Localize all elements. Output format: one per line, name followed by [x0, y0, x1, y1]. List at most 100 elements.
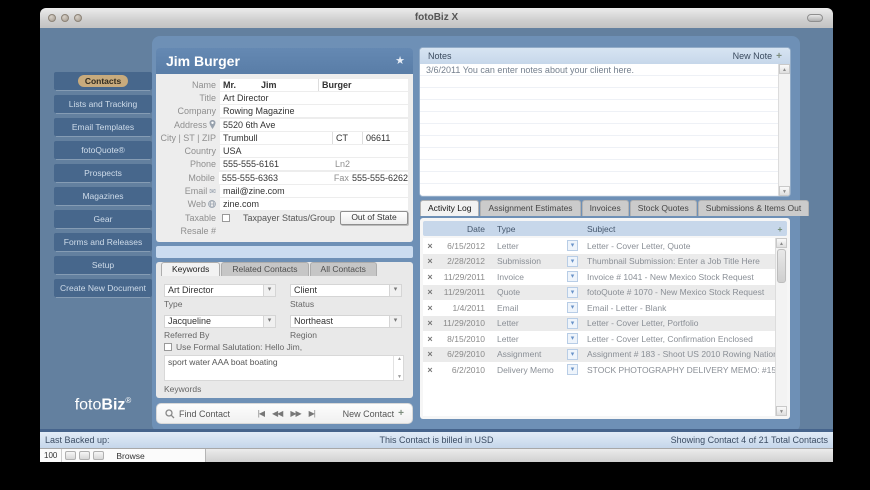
status-toolbar-toggle-button[interactable]	[93, 451, 105, 460]
activity-tab[interactable]: Activity Log	[420, 200, 480, 216]
zoom-out-button[interactable]	[65, 451, 77, 460]
type-column-header[interactable]: Type	[495, 224, 567, 234]
row-dropdown-icon[interactable]: ▾	[567, 333, 578, 345]
activity-row[interactable]: × 6/2/2010 Delivery Memo ▾ STOCK PHOTOGR…	[423, 362, 776, 378]
activity-row[interactable]: × 11/29/2011 Quote ▾ fotoQuote # 1070 - …	[423, 284, 776, 300]
new-note-plus-icon[interactable]: +	[776, 51, 782, 62]
activity-scrollbar[interactable]: ▲ ▼	[775, 238, 787, 416]
row-dropdown-icon[interactable]: ▾	[567, 348, 578, 360]
company-field[interactable]: Rowing Magazine	[220, 105, 408, 117]
keywords-textarea[interactable]: sport water AAA boat boating ▲ ▼	[164, 355, 404, 381]
scroll-down-icon[interactable]: ▼	[779, 186, 790, 196]
last-name-field[interactable]: Burger	[318, 78, 408, 91]
notes-scrollbar[interactable]: ▲ ▼	[778, 64, 790, 196]
sidebar-item[interactable]: Lists and Tracking	[54, 95, 152, 113]
email-field[interactable]: mail@zine.com	[220, 185, 408, 197]
delete-row-icon[interactable]: ×	[423, 334, 437, 344]
scroll-down-icon[interactable]: ▼	[776, 406, 787, 416]
state-field[interactable]: CT	[332, 131, 362, 144]
row-dropdown-icon[interactable]: ▾	[567, 255, 578, 267]
activity-subject[interactable]: Letter - Cover Letter, Portfolio	[583, 318, 776, 328]
row-dropdown-icon[interactable]: ▾	[567, 302, 578, 314]
activity-subject[interactable]: STOCK PHOTOGRAPHY DELIVERY MEMO: #157 - …	[583, 365, 776, 375]
keywords-tab[interactable]: All Contacts	[309, 262, 377, 276]
activity-subject[interactable]: fotoQuote # 1070 - New Mexico Stock Requ…	[583, 287, 776, 297]
next-record-icon[interactable]: ▶▶	[290, 409, 301, 418]
zoom-level[interactable]: 100	[40, 449, 63, 462]
activity-tab[interactable]: Stock Quotes	[629, 200, 697, 216]
delete-row-icon[interactable]: ×	[423, 256, 437, 266]
activity-row[interactable]: × 8/15/2010 Letter ▾ Letter - Cover Lett…	[423, 331, 776, 347]
mobile-field[interactable]: 555-555-6363	[219, 172, 331, 184]
new-contact-plus-icon[interactable]: +	[398, 408, 404, 419]
phone-field[interactable]: 555-555-6161	[220, 158, 332, 170]
row-dropdown-icon[interactable]: ▾	[567, 317, 578, 329]
title-field[interactable]: Art Director	[220, 92, 408, 104]
sidebar-item[interactable]: fotoQuote®	[54, 141, 152, 159]
activity-tab[interactable]: Assignment Estimates	[480, 200, 581, 216]
keywords-tab[interactable]: Keywords	[161, 262, 221, 276]
last-record-icon[interactable]: ▶|	[309, 409, 316, 418]
envelope-icon[interactable]: ✉	[209, 187, 216, 196]
delete-row-icon[interactable]: ×	[423, 287, 437, 297]
activity-row[interactable]: × 1/4/2011 Email ▾ Email - Letter - Blan…	[423, 300, 776, 316]
activity-row[interactable]: × 11/29/2010 Letter ▾ Letter - Cover Let…	[423, 315, 776, 331]
address-field[interactable]: 5520 6th Ave	[220, 119, 408, 131]
activity-row[interactable]: × 6/29/2010 Assignment ▾ Assignment # 18…	[423, 346, 776, 362]
map-pin-icon[interactable]	[209, 120, 216, 130]
activity-row[interactable]: × 6/15/2012 Letter ▾ Letter - Cover Lett…	[423, 238, 776, 254]
delete-row-icon[interactable]: ×	[423, 318, 437, 328]
region-dropdown[interactable]: Northeast ▾	[290, 315, 402, 328]
zoom-in-button[interactable]	[79, 451, 91, 460]
activity-tab[interactable]: Submissions & Items Out	[697, 200, 810, 216]
row-dropdown-icon[interactable]: ▾	[567, 364, 578, 376]
delete-row-icon[interactable]: ×	[423, 303, 437, 313]
scroll-up-icon[interactable]: ▲	[776, 238, 787, 248]
country-field[interactable]: USA	[220, 145, 408, 157]
delete-row-icon[interactable]: ×	[423, 349, 437, 359]
sidebar-item[interactable]: Create New Document	[54, 279, 152, 297]
activity-subject[interactable]: Thumbnail Submission: Enter a Job Title …	[583, 256, 776, 266]
city-field[interactable]: Trumbull	[220, 132, 332, 144]
activity-subject[interactable]: Assignment # 183 - Shoot US 2010 Rowing …	[583, 349, 776, 359]
search-icon[interactable]	[165, 408, 175, 419]
referred-by-dropdown[interactable]: Jacqueline ▾	[164, 315, 276, 328]
notes-content[interactable]: 3/6/2011 You can enter notes about your …	[420, 64, 779, 196]
delete-row-icon[interactable]: ×	[423, 365, 437, 375]
chevron-down-icon[interactable]: ▾	[263, 285, 275, 296]
activity-subject[interactable]: Letter - Cover Letter, Quote	[583, 241, 776, 251]
sidebar-item[interactable]: Prospects	[54, 164, 152, 182]
favorite-star-icon[interactable]: ★	[395, 54, 405, 67]
date-column-header[interactable]: Date	[437, 224, 485, 234]
subject-column-header[interactable]: Subject	[583, 224, 773, 234]
resale-field[interactable]	[220, 225, 408, 237]
new-note-label[interactable]: New Note	[733, 51, 773, 61]
formal-salutation-checkbox[interactable]	[164, 343, 172, 351]
first-record-icon[interactable]: |◀	[258, 409, 265, 418]
delete-row-icon[interactable]: ×	[423, 272, 437, 282]
type-dropdown[interactable]: Art Director ▾	[164, 284, 276, 297]
activity-row[interactable]: × 2/28/2012 Submission ▾ Thumbnail Submi…	[423, 253, 776, 269]
row-dropdown-icon[interactable]: ▾	[567, 286, 578, 298]
sidebar-item[interactable]: Gear	[54, 210, 152, 228]
sidebar-item[interactable]: Magazines	[54, 187, 152, 205]
row-dropdown-icon[interactable]: ▾	[567, 240, 578, 252]
scroll-up-icon[interactable]: ▲	[779, 64, 790, 74]
zip-field[interactable]: 06611	[362, 131, 408, 144]
find-contact-label[interactable]: Find Contact	[179, 409, 230, 419]
chevron-down-icon[interactable]: ▾	[263, 316, 275, 327]
scroll-up-icon[interactable]: ▲	[397, 356, 402, 362]
globe-icon[interactable]	[208, 200, 216, 209]
textarea-scrollbar[interactable]: ▲ ▼	[393, 356, 403, 380]
chevron-down-icon[interactable]: ▾	[389, 285, 401, 296]
activity-row[interactable]: × 11/29/2011 Invoice ▾ Invoice # 1041 - …	[423, 269, 776, 285]
prefix-field[interactable]: Mr.	[220, 79, 258, 91]
delete-row-icon[interactable]: ×	[423, 241, 437, 251]
taxpayer-group-button[interactable]: Out of State	[340, 210, 408, 225]
sidebar-item[interactable]: Forms and Releases	[54, 233, 152, 251]
mode-selector[interactable]: Browse	[116, 451, 144, 461]
chevron-down-icon[interactable]: ▾	[389, 316, 401, 327]
sidebar-item[interactable]: Setup	[54, 256, 152, 274]
activity-subject[interactable]: Letter - Cover Letter, Confirmation Encl…	[583, 334, 776, 344]
add-activity-plus-icon[interactable]: +	[773, 224, 787, 234]
